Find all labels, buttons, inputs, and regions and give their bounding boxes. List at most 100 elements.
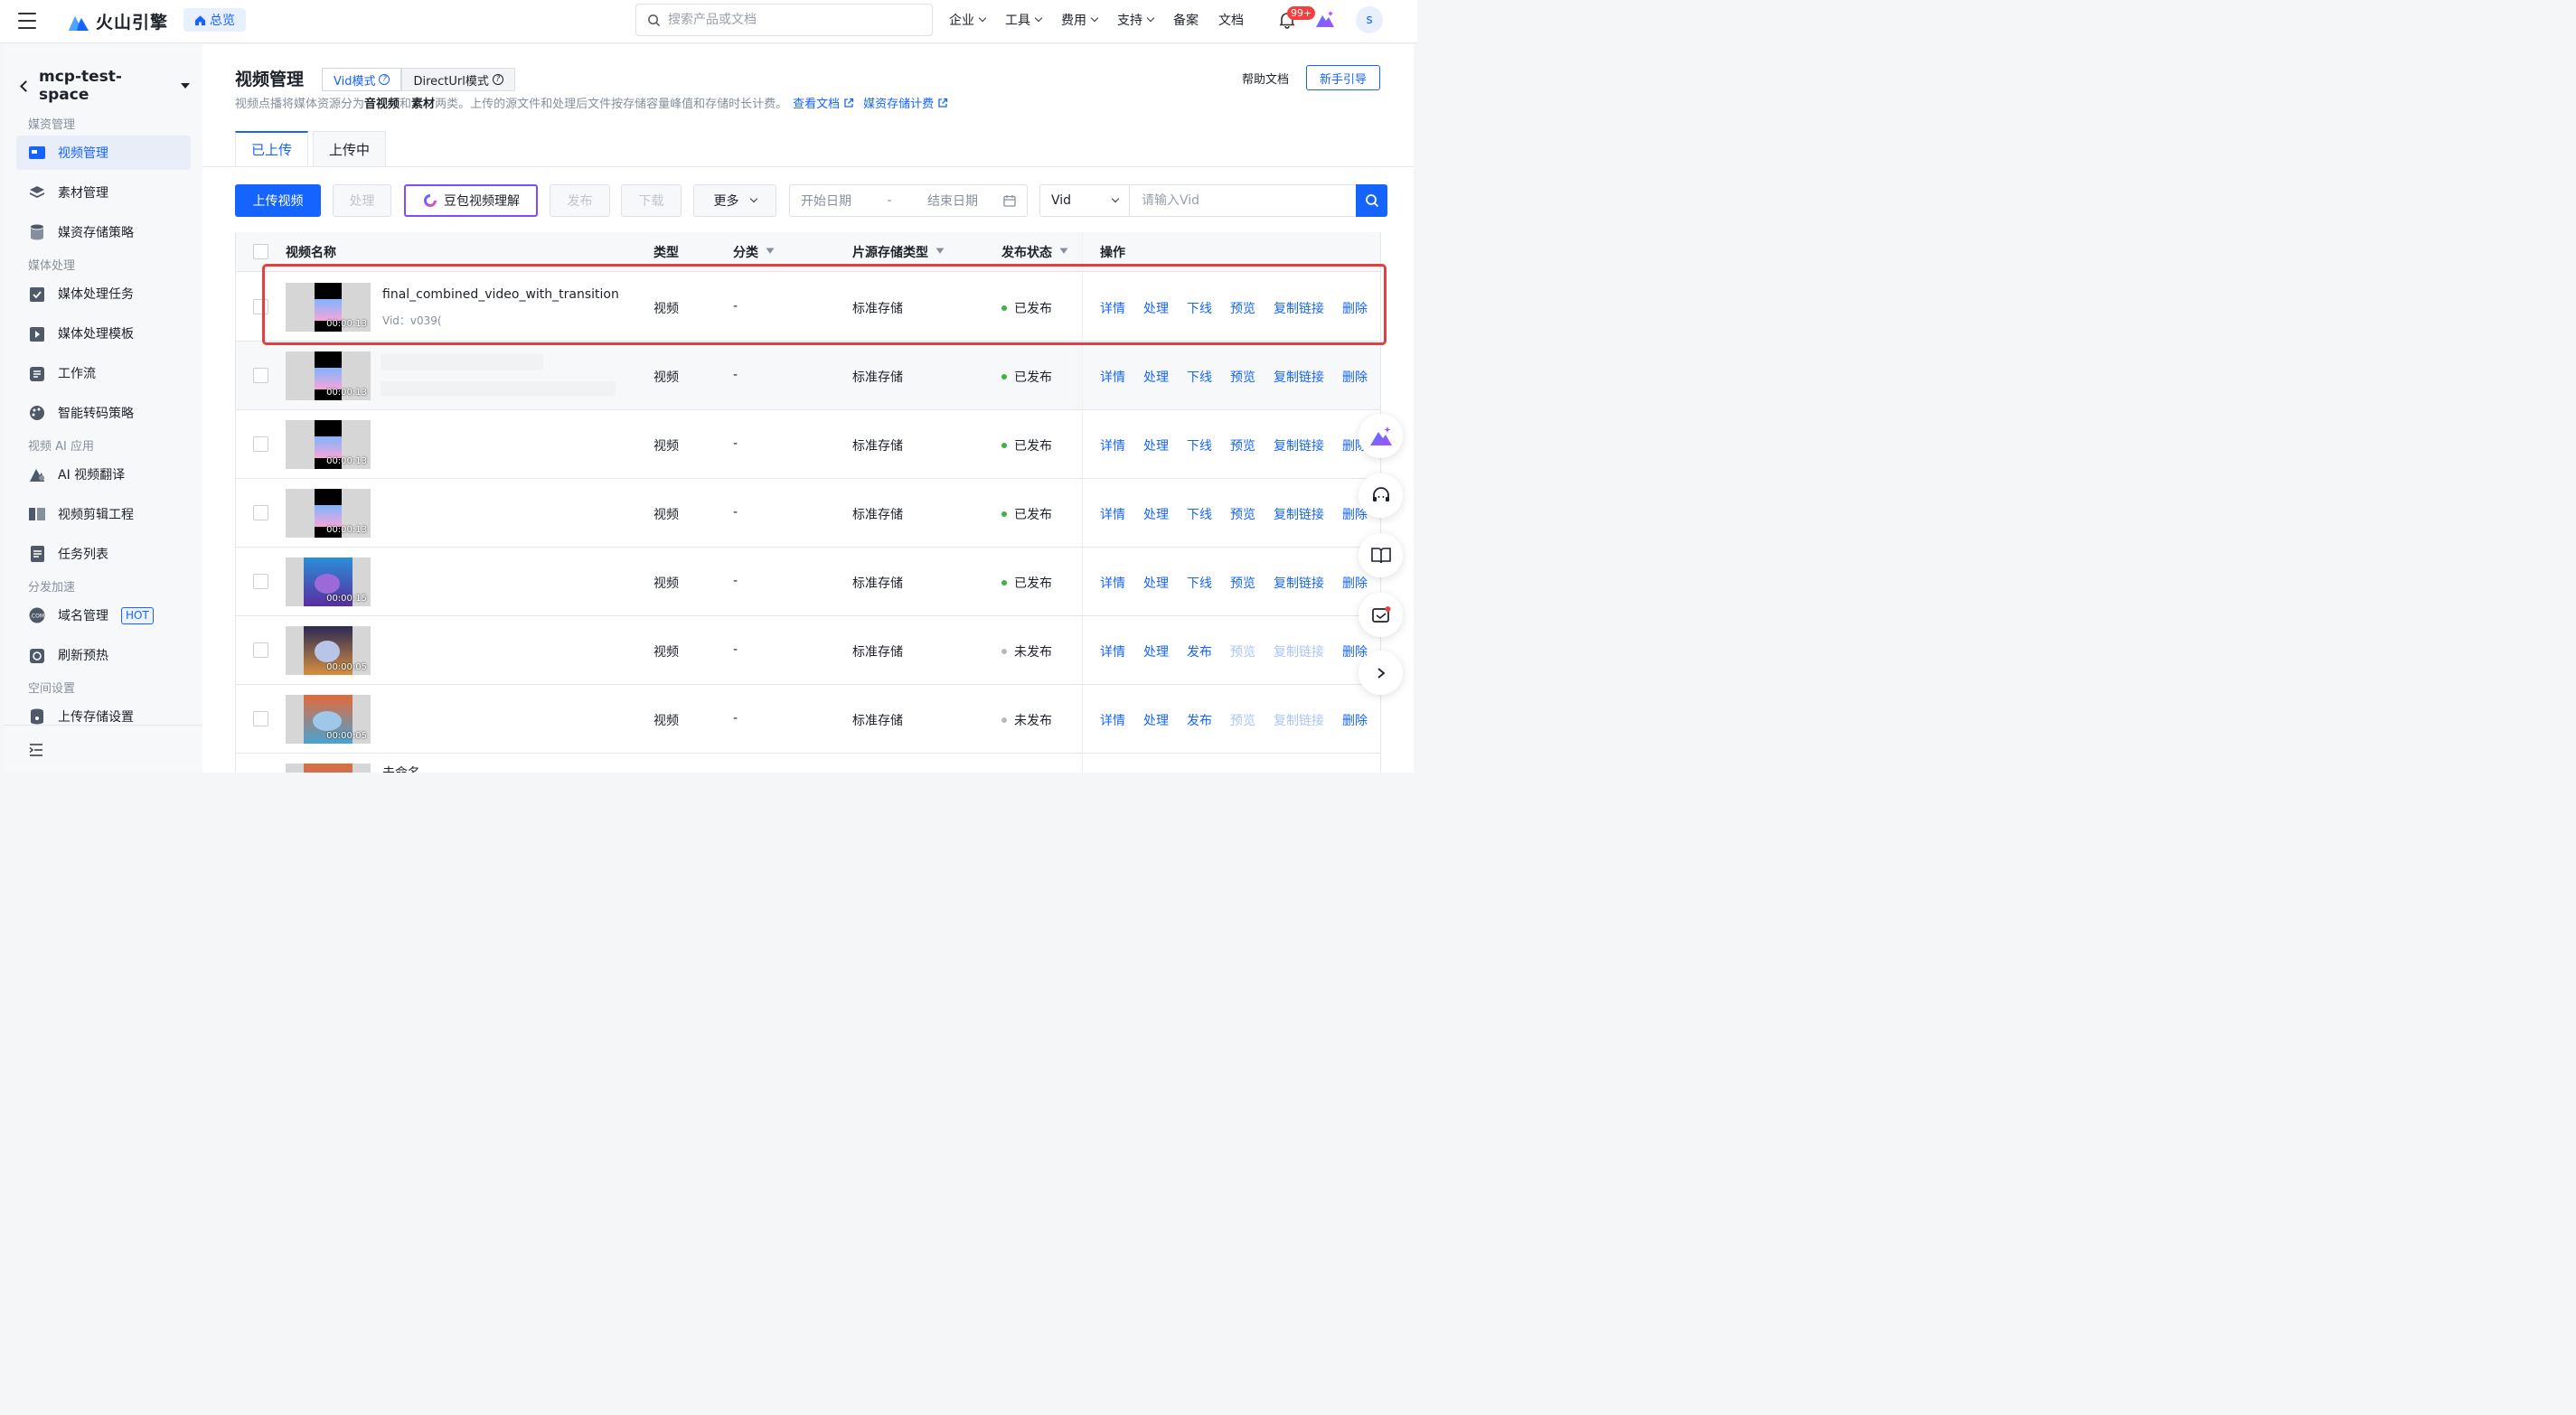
table-row[interactable]: 00:00:13 视频 - 标准存储 已发布 详情 处理 下线 预览 复制链接 删除 xyxy=(236,342,1380,410)
op-details-link[interactable]: 详情 xyxy=(1100,642,1125,661)
op-process-link[interactable]: 处理 xyxy=(1143,711,1169,729)
nav-docs[interactable]: 文档 xyxy=(1218,11,1244,29)
sidebar-item-upload-storage[interactable]: 上传存储设置 xyxy=(16,699,191,734)
nav-billing[interactable]: 费用 xyxy=(1061,11,1099,29)
sidebar-item-material[interactable]: 素材管理 xyxy=(16,175,191,210)
expand-float-button[interactable] xyxy=(1359,651,1403,695)
op-preview-link[interactable]: 预览 xyxy=(1230,711,1255,729)
video-thumbnail[interactable]: 00:00:13 xyxy=(286,489,371,538)
op-process-link[interactable]: 处理 xyxy=(1143,642,1169,661)
op-offline-link[interactable]: 下线 xyxy=(1187,505,1212,523)
publish-button[interactable]: 发布 xyxy=(550,184,610,217)
brand-logo[interactable]: 火山引擎 xyxy=(67,9,168,33)
nav-enterprise[interactable]: 企业 xyxy=(949,11,987,29)
user-avatar[interactable]: s xyxy=(1356,6,1383,33)
sidebar-item-refresh-preload[interactable]: 刷新预热 xyxy=(16,638,191,672)
row-checkbox[interactable] xyxy=(253,299,268,314)
end-date-placeholder[interactable]: 结束日期 xyxy=(927,192,978,210)
op-preview-link[interactable]: 预览 xyxy=(1230,368,1255,386)
video-thumbnail[interactable]: 00:00:05 xyxy=(286,626,371,675)
sidebar-item-processing-task[interactable]: 媒体处理任务 xyxy=(16,276,191,311)
space-switcher[interactable]: mcp-test-space xyxy=(20,68,190,104)
op-copy-link-link[interactable]: 复制链接 xyxy=(1274,642,1324,661)
table-row[interactable]: 00:00:13 视频 - 标准存储 已发布 详情 处理 下线 预览 复制链接 删除 xyxy=(236,479,1380,548)
tab-uploaded[interactable]: 已上传 xyxy=(235,131,309,167)
help-circle-icon[interactable]: ? xyxy=(492,74,503,85)
view-docs-link[interactable]: 查看文档 xyxy=(793,94,854,111)
op-delete-link[interactable]: 删除 xyxy=(1342,368,1368,386)
op-details-link[interactable]: 详情 xyxy=(1100,711,1125,729)
op-details-link[interactable]: 详情 xyxy=(1100,505,1125,523)
op-copy-link-link[interactable]: 复制链接 xyxy=(1274,574,1324,592)
nav-support[interactable]: 支持 xyxy=(1117,11,1155,29)
collapse-sidebar-icon[interactable] xyxy=(29,744,43,756)
op-process-link[interactable]: 处理 xyxy=(1143,368,1169,386)
doubao-video-understanding-button[interactable]: 豆包视频理解 xyxy=(404,184,538,217)
op-process-link[interactable]: 处理 xyxy=(1143,574,1169,592)
op-preview-link[interactable]: 预览 xyxy=(1230,436,1255,454)
more-dropdown[interactable]: 更多 xyxy=(693,184,776,217)
download-button[interactable]: 下载 xyxy=(621,184,682,217)
row-checkbox[interactable] xyxy=(253,505,268,520)
start-date-placeholder[interactable]: 开始日期 xyxy=(801,192,851,210)
tab-uploading[interactable]: 上传中 xyxy=(313,131,387,167)
row-checkbox[interactable] xyxy=(253,368,268,383)
table-row[interactable]: 00:00:05 视频 - 标准存储 未发布 详情 处理 发布 预览 复制链接 删除 xyxy=(236,616,1380,685)
sidebar-item-ai-translate[interactable]: AI 视频翻译 xyxy=(16,457,191,492)
op-process-link[interactable]: 处理 xyxy=(1143,505,1169,523)
video-thumbnail[interactable]: 00:00:15 xyxy=(286,558,371,606)
search-field-select[interactable]: Vid xyxy=(1039,184,1130,217)
video-thumbnail[interactable]: 00:00:05 xyxy=(286,695,371,744)
global-search-input[interactable] xyxy=(668,13,912,27)
op-details-link[interactable]: 详情 xyxy=(1100,574,1125,592)
op-delete-link[interactable]: 删除 xyxy=(1342,574,1368,592)
op-process-link[interactable]: 处理 xyxy=(1143,299,1169,317)
filter-icon[interactable] xyxy=(1059,248,1068,257)
table-row[interactable]: 00:00:05 视频 - 标准存储 未发布 详情 处理 发布 预览 复制链接 删除 xyxy=(236,685,1380,754)
table-row[interactable]: 00:00:13 final_combined_video_with_transi… xyxy=(236,273,1380,342)
op-offline-link[interactable]: 下线 xyxy=(1187,299,1212,317)
op-delete-link[interactable]: 删除 xyxy=(1342,299,1368,317)
customer-service-float-button[interactable] xyxy=(1359,473,1403,518)
filter-icon[interactable] xyxy=(766,248,775,257)
op-copy-link-link[interactable]: 复制链接 xyxy=(1274,436,1324,454)
help-docs-link[interactable]: 帮助文档 xyxy=(1242,70,1289,87)
nav-icp[interactable]: 备案 xyxy=(1173,11,1199,29)
table-row[interactable]: 未命名 xyxy=(236,754,1380,774)
op-publish-link[interactable]: 发布 xyxy=(1187,642,1212,661)
sidebar-item-processing-template[interactable]: 媒体处理模板 xyxy=(16,316,191,351)
op-copy-link-link[interactable]: 复制链接 xyxy=(1274,505,1324,523)
vid-search-field[interactable] xyxy=(1129,184,1357,217)
mode-directurl[interactable]: DirectUrl模式? xyxy=(401,68,515,91)
beginner-guide-button[interactable]: 新手引导 xyxy=(1306,65,1381,90)
op-delete-link[interactable]: 删除 xyxy=(1342,711,1368,729)
ai-assistant-float-button[interactable] xyxy=(1359,414,1403,458)
row-checkbox[interactable] xyxy=(253,574,268,589)
op-process-link[interactable]: 处理 xyxy=(1143,436,1169,454)
vid-search-input[interactable] xyxy=(1142,193,1343,208)
op-details-link[interactable]: 详情 xyxy=(1100,436,1125,454)
op-details-link[interactable]: 详情 xyxy=(1100,368,1125,386)
row-checkbox[interactable] xyxy=(253,711,268,726)
docs-float-button[interactable] xyxy=(1359,533,1403,577)
sidebar-item-storage-policy[interactable]: 媒资存储策略 xyxy=(16,215,191,249)
chevron-left-icon[interactable] xyxy=(20,80,32,92)
op-details-link[interactable]: 详情 xyxy=(1100,299,1125,317)
select-all-checkbox[interactable] xyxy=(253,244,268,259)
global-search[interactable] xyxy=(635,4,933,36)
op-preview-link[interactable]: 预览 xyxy=(1230,642,1255,661)
op-copy-link-link[interactable]: 复制链接 xyxy=(1274,711,1324,729)
upload-video-button[interactable]: 上传视频 xyxy=(235,184,321,217)
op-preview-link[interactable]: 预览 xyxy=(1230,574,1255,592)
date-range-picker[interactable]: 开始日期 - 结束日期 xyxy=(789,184,1028,217)
mode-vid[interactable]: Vid模式? xyxy=(322,68,402,91)
video-thumbnail[interactable]: 00:00:13 xyxy=(286,351,371,400)
nav-tools[interactable]: 工具 xyxy=(1005,11,1043,29)
sidebar-item-domain[interactable]: .COM 域名管理 HOT xyxy=(16,598,191,633)
ai-assistant-icon[interactable] xyxy=(1315,10,1335,28)
menu-icon[interactable] xyxy=(18,13,36,29)
op-preview-link[interactable]: 预览 xyxy=(1230,299,1255,317)
process-button[interactable]: 处理 xyxy=(333,184,391,217)
video-name[interactable]: final_combined_video_with_transition xyxy=(382,287,619,302)
vid-search-button[interactable] xyxy=(1356,184,1387,217)
